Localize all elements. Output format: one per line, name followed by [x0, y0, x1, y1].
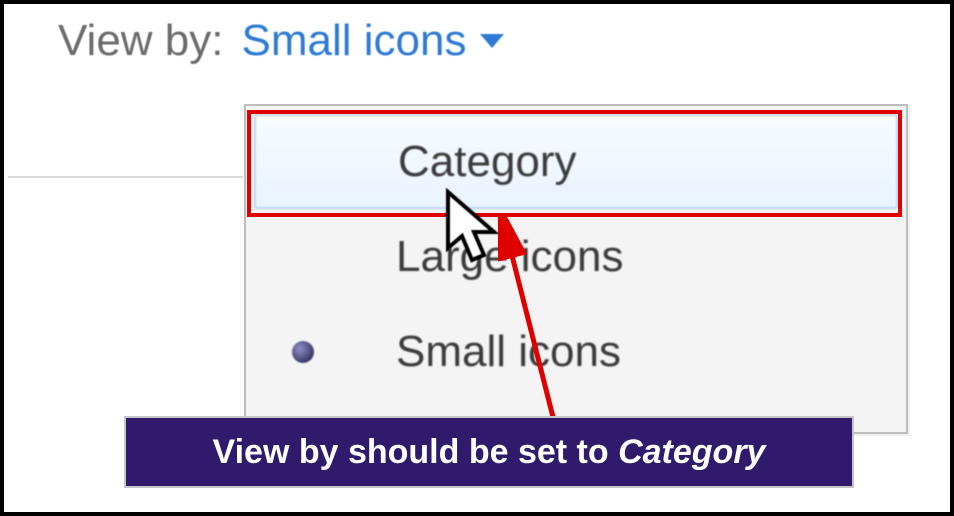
separator: [8, 176, 243, 178]
menu-item-large-icons[interactable]: Large icons: [254, 209, 898, 304]
radio-selected-icon: [292, 341, 314, 363]
menu-list: Category Large icons Small icons: [254, 114, 898, 399]
viewby-dropdown-trigger[interactable]: Small icons: [242, 16, 507, 66]
menu-item-label: Large icons: [396, 232, 623, 282]
menu-item-small-icons[interactable]: Small icons: [254, 304, 898, 399]
annotation-caption-text: View by should be set to Category: [213, 433, 766, 472]
annotation-caption: View by should be set to Category: [124, 416, 854, 488]
menu-item-label: Category: [398, 137, 577, 187]
viewby-selected-value: Small icons: [242, 16, 467, 66]
menu-item-label: Small icons: [396, 327, 621, 377]
chevron-down-icon: [478, 32, 506, 50]
menu-item-category[interactable]: Category: [254, 114, 898, 209]
caption-prefix: View by should be set to: [213, 433, 619, 471]
viewby-dropdown-menu: Category Large icons Small icons: [244, 104, 908, 434]
viewby-label: View by:: [58, 16, 224, 66]
screenshot-frame: View by: Small icons Category Large icon…: [0, 0, 954, 516]
viewby-row: View by: Small icons: [58, 16, 506, 66]
caption-emphasis: Category: [618, 433, 765, 471]
